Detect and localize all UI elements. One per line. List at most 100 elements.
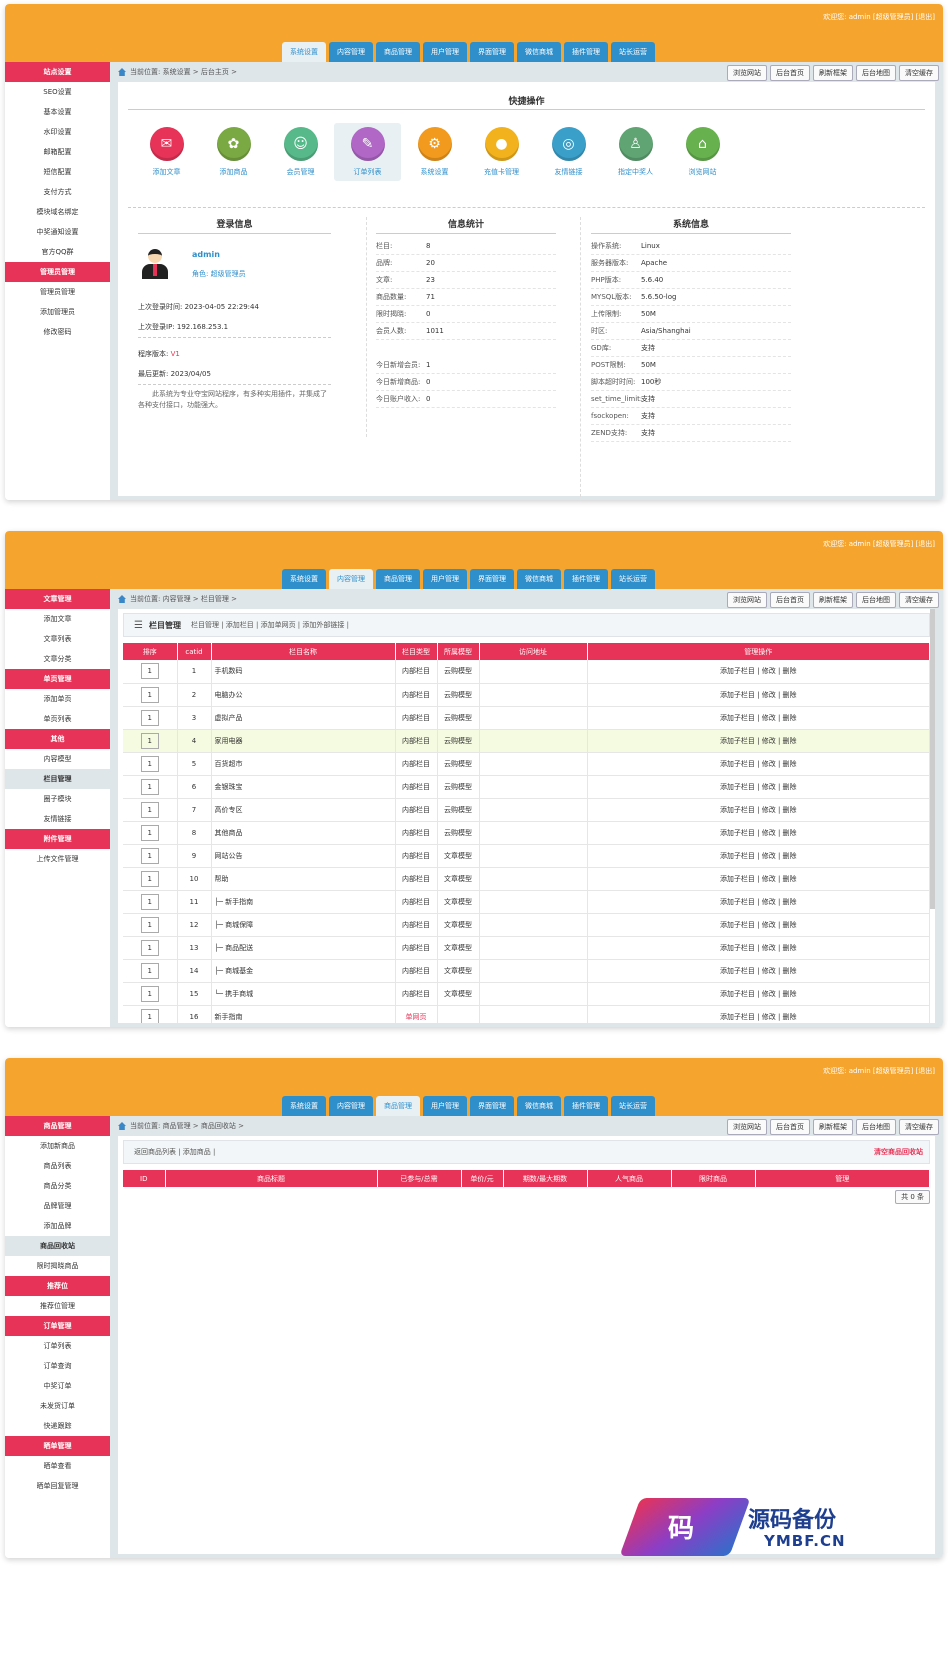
tab-5[interactable]: 微信商城 xyxy=(517,569,561,589)
sidebar-item[interactable]: 品牌管理 xyxy=(5,1196,110,1216)
sidebar-item[interactable]: 晒单回复管理 xyxy=(5,1476,110,1496)
sidebar-item[interactable]: 友情链接 xyxy=(5,809,110,829)
sidebar-item[interactable]: 未发货订单 xyxy=(5,1396,110,1416)
quick-button-3[interactable]: 后台地图 xyxy=(856,1119,896,1135)
sidebar-item[interactable]: 中奖通知设置 xyxy=(5,222,110,242)
sidebar-item[interactable]: 添加管理员 xyxy=(5,302,110,322)
tab-1[interactable]: 内容管理 xyxy=(329,569,373,589)
sidebar-item[interactable]: SEO设置 xyxy=(5,82,110,102)
tab-6[interactable]: 插件管理 xyxy=(564,569,608,589)
ops-cell[interactable]: 添加子栏目 | 修改 | 删除 xyxy=(587,706,930,730)
quick-op[interactable]: ● 充值卡管理 xyxy=(468,127,535,181)
sidebar-item[interactable]: 内容模型 xyxy=(5,749,110,769)
tab-2[interactable]: 商品管理 xyxy=(376,1096,420,1116)
quick-op[interactable]: ✉ 添加文章 xyxy=(133,127,200,181)
quick-button-4[interactable]: 清空缓存 xyxy=(899,1119,939,1135)
sidebar-item[interactable]: 添加单页 xyxy=(5,689,110,709)
quick-button-0[interactable]: 浏览网站 xyxy=(727,1119,767,1135)
welcome-text[interactable]: 欢迎您: admin [超级管理员] [退出] xyxy=(823,1066,935,1076)
sidebar-item[interactable]: 限时揭晓商品 xyxy=(5,1256,110,1276)
sidebar-item[interactable]: 推荐位管理 xyxy=(5,1296,110,1316)
sidebar-item[interactable]: 添加品牌 xyxy=(5,1216,110,1236)
sidebar-item[interactable]: 上传文件管理 xyxy=(5,849,110,869)
quick-button-1[interactable]: 后台首页 xyxy=(770,65,810,81)
sort-input[interactable]: 1 xyxy=(140,916,159,933)
sidebar-item[interactable]: 商品分类 xyxy=(5,1176,110,1196)
tab-1[interactable]: 内容管理 xyxy=(329,42,373,62)
sidebar-item[interactable]: 水印设置 xyxy=(5,122,110,142)
sort-input[interactable]: 1 xyxy=(140,962,159,979)
quick-op[interactable]: ✿ 添加商品 xyxy=(200,127,267,181)
sort-input[interactable]: 1 xyxy=(140,1008,159,1023)
sort-input[interactable]: 1 xyxy=(140,709,159,726)
ops-cell[interactable]: 添加子栏目 | 修改 | 删除 xyxy=(587,959,930,983)
ops-cell[interactable]: 添加子栏目 | 修改 | 删除 xyxy=(587,1005,930,1023)
tab-0[interactable]: 系统设置 xyxy=(282,42,326,62)
ops-cell[interactable]: 添加子栏目 | 修改 | 删除 xyxy=(587,660,930,684)
ops-cell[interactable]: 添加子栏目 | 修改 | 删除 xyxy=(587,729,930,753)
sort-input[interactable]: 1 xyxy=(140,985,159,1002)
sort-input[interactable]: 1 xyxy=(140,847,159,864)
tab-6[interactable]: 插件管理 xyxy=(564,42,608,62)
quick-op[interactable]: ✎ 订单列表 xyxy=(334,123,401,181)
sidebar-item[interactable]: 中奖订单 xyxy=(5,1376,110,1396)
sidebar-item[interactable]: 添加文章 xyxy=(5,609,110,629)
sidebar-item[interactable]: 订单列表 xyxy=(5,1336,110,1356)
quick-button-2[interactable]: 刷新框架 xyxy=(813,65,853,81)
quick-button-4[interactable]: 清空缓存 xyxy=(899,65,939,81)
ops-cell[interactable]: 添加子栏目 | 修改 | 删除 xyxy=(587,752,930,776)
welcome-text[interactable]: 欢迎您: admin [超级管理员] [退出] xyxy=(823,539,935,549)
quick-button-3[interactable]: 后台地图 xyxy=(856,592,896,608)
sidebar-item[interactable]: 短信配置 xyxy=(5,162,110,182)
sidebar-item[interactable]: 商品回收站 xyxy=(5,1236,110,1256)
quick-button-0[interactable]: 浏览网站 xyxy=(727,592,767,608)
quick-button-2[interactable]: 刷新框架 xyxy=(813,1119,853,1135)
quick-op[interactable]: ◎ 友情链接 xyxy=(535,127,602,181)
tab-0[interactable]: 系统设置 xyxy=(282,569,326,589)
sub-links[interactable]: 栏目管理 | 添加栏目 | 添加单网页 | 添加外部链接 | xyxy=(191,620,349,630)
sidebar-item[interactable]: 修改密码 xyxy=(5,322,110,342)
sidebar-item[interactable]: 支付方式 xyxy=(5,182,110,202)
tab-6[interactable]: 插件管理 xyxy=(564,1096,608,1116)
tab-2[interactable]: 商品管理 xyxy=(376,569,420,589)
sort-input[interactable]: 1 xyxy=(140,939,159,956)
tab-4[interactable]: 界面管理 xyxy=(470,569,514,589)
welcome-text[interactable]: 欢迎您: admin [超级管理员] [退出] xyxy=(823,12,935,22)
sidebar-item[interactable]: 商品列表 xyxy=(5,1156,110,1176)
sort-input[interactable]: 1 xyxy=(140,870,159,887)
tab-3[interactable]: 用户管理 xyxy=(423,569,467,589)
ops-cell[interactable]: 添加子栏目 | 修改 | 删除 xyxy=(587,913,930,937)
tab-2[interactable]: 商品管理 xyxy=(376,42,420,62)
tab-7[interactable]: 站长运营 xyxy=(611,1096,655,1116)
sidebar-item[interactable]: 晒单查看 xyxy=(5,1456,110,1476)
tab-1[interactable]: 内容管理 xyxy=(329,1096,373,1116)
tab-3[interactable]: 用户管理 xyxy=(423,1096,467,1116)
sidebar-item[interactable]: 官方QQ群 xyxy=(5,242,110,262)
sidebar-item[interactable]: 添加新商品 xyxy=(5,1136,110,1156)
sidebar-item[interactable]: 模块域名绑定 xyxy=(5,202,110,222)
sidebar-item[interactable]: 快递跟踪 xyxy=(5,1416,110,1436)
tab-5[interactable]: 微信商城 xyxy=(517,42,561,62)
sidebar-item[interactable]: 文章分类 xyxy=(5,649,110,669)
quick-button-0[interactable]: 浏览网站 xyxy=(727,65,767,81)
sidebar-item[interactable]: 邮箱配置 xyxy=(5,142,110,162)
tab-4[interactable]: 界面管理 xyxy=(470,1096,514,1116)
sort-input[interactable]: 1 xyxy=(140,755,159,772)
sidebar-item[interactable]: 管理员管理 xyxy=(5,282,110,302)
ops-cell[interactable]: 添加子栏目 | 修改 | 删除 xyxy=(587,844,930,868)
clear-recycle-button[interactable]: 清空商品回收站 xyxy=(874,1147,923,1157)
quick-button-2[interactable]: 刷新框架 xyxy=(813,592,853,608)
ops-cell[interactable]: 添加子栏目 | 修改 | 删除 xyxy=(587,821,930,845)
sidebar-item[interactable]: 单页列表 xyxy=(5,709,110,729)
ops-cell[interactable]: 添加子栏目 | 修改 | 删除 xyxy=(587,890,930,914)
sort-input[interactable]: 1 xyxy=(140,824,159,841)
quick-button-3[interactable]: 后台地图 xyxy=(856,65,896,81)
tab-0[interactable]: 系统设置 xyxy=(282,1096,326,1116)
sidebar-item[interactable]: 文章列表 xyxy=(5,629,110,649)
quick-button-1[interactable]: 后台首页 xyxy=(770,1119,810,1135)
sidebar-item[interactable]: 订单查询 xyxy=(5,1356,110,1376)
sort-input[interactable]: 1 xyxy=(140,778,159,795)
tab-3[interactable]: 用户管理 xyxy=(423,42,467,62)
sort-input[interactable]: 1 xyxy=(140,663,159,680)
quick-op[interactable]: ♙ 指定中奖人 xyxy=(602,127,669,181)
